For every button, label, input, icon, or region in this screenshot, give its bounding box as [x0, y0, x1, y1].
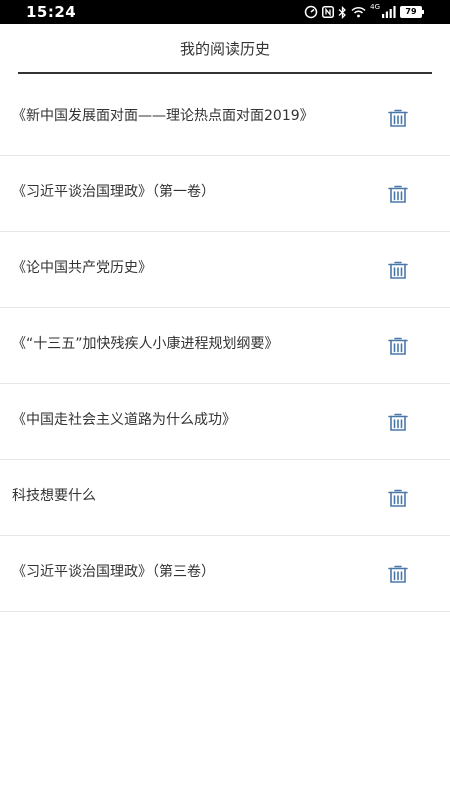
history-item[interactable]: 《习近平谈治国理政》（第三卷）: [0, 536, 450, 612]
page-title: 我的阅读历史: [179, 40, 270, 58]
trash-icon[interactable]: [387, 563, 409, 585]
status-bar: 15:24 4G 79: [0, 0, 450, 24]
history-item[interactable]: 《中国走社会主义道路为什么成功》: [0, 384, 450, 460]
history-item-title[interactable]: 《中国走社会主义道路为什么成功》: [12, 410, 372, 430]
wifi-icon: [351, 6, 366, 18]
speedometer-icon: [304, 5, 318, 19]
header-underline: [18, 72, 432, 74]
history-item-title[interactable]: 《新中国发展面对面——理论热点面对面2019》: [12, 106, 372, 126]
trash-icon[interactable]: [387, 411, 409, 433]
history-list: 《新中国发展面对面——理论热点面对面2019》 《习近平谈治国理政》（第一卷） …: [0, 80, 450, 612]
history-item-title[interactable]: 科技想要什么: [12, 486, 372, 506]
status-icons: 4G 79: [304, 3, 424, 20]
history-item[interactable]: 科技想要什么: [0, 460, 450, 536]
history-item-title[interactable]: 《论中国共产党历史》: [12, 258, 372, 278]
bluetooth-icon: [338, 5, 347, 19]
header: 我的阅读历史: [0, 24, 450, 74]
trash-icon[interactable]: [387, 183, 409, 205]
trash-icon[interactable]: [387, 487, 409, 509]
history-item-title[interactable]: 《习近平谈治国理政》（第三卷）: [12, 562, 372, 582]
history-item[interactable]: 《论中国共产党历史》: [0, 232, 450, 308]
trash-icon[interactable]: [387, 335, 409, 357]
history-item-title[interactable]: 《“十三五”加快残疾人小康进程规划纲要》: [12, 334, 372, 354]
history-item[interactable]: 《习近平谈治国理政》（第一卷）: [0, 156, 450, 232]
trash-icon[interactable]: [387, 259, 409, 281]
cellular-signal-icon: [382, 6, 396, 18]
trash-icon[interactable]: [387, 107, 409, 129]
history-item[interactable]: 《新中国发展面对面——理论热点面对面2019》: [0, 80, 450, 156]
history-item-title[interactable]: 《习近平谈治国理政》（第一卷）: [12, 182, 372, 202]
battery-icon: 79: [400, 6, 424, 18]
network-type-label: 4G: [370, 3, 380, 11]
history-item[interactable]: 《“十三五”加快残疾人小康进程规划纲要》: [0, 308, 450, 384]
status-time: 15:24: [26, 3, 77, 21]
nfc-icon: [322, 6, 335, 18]
